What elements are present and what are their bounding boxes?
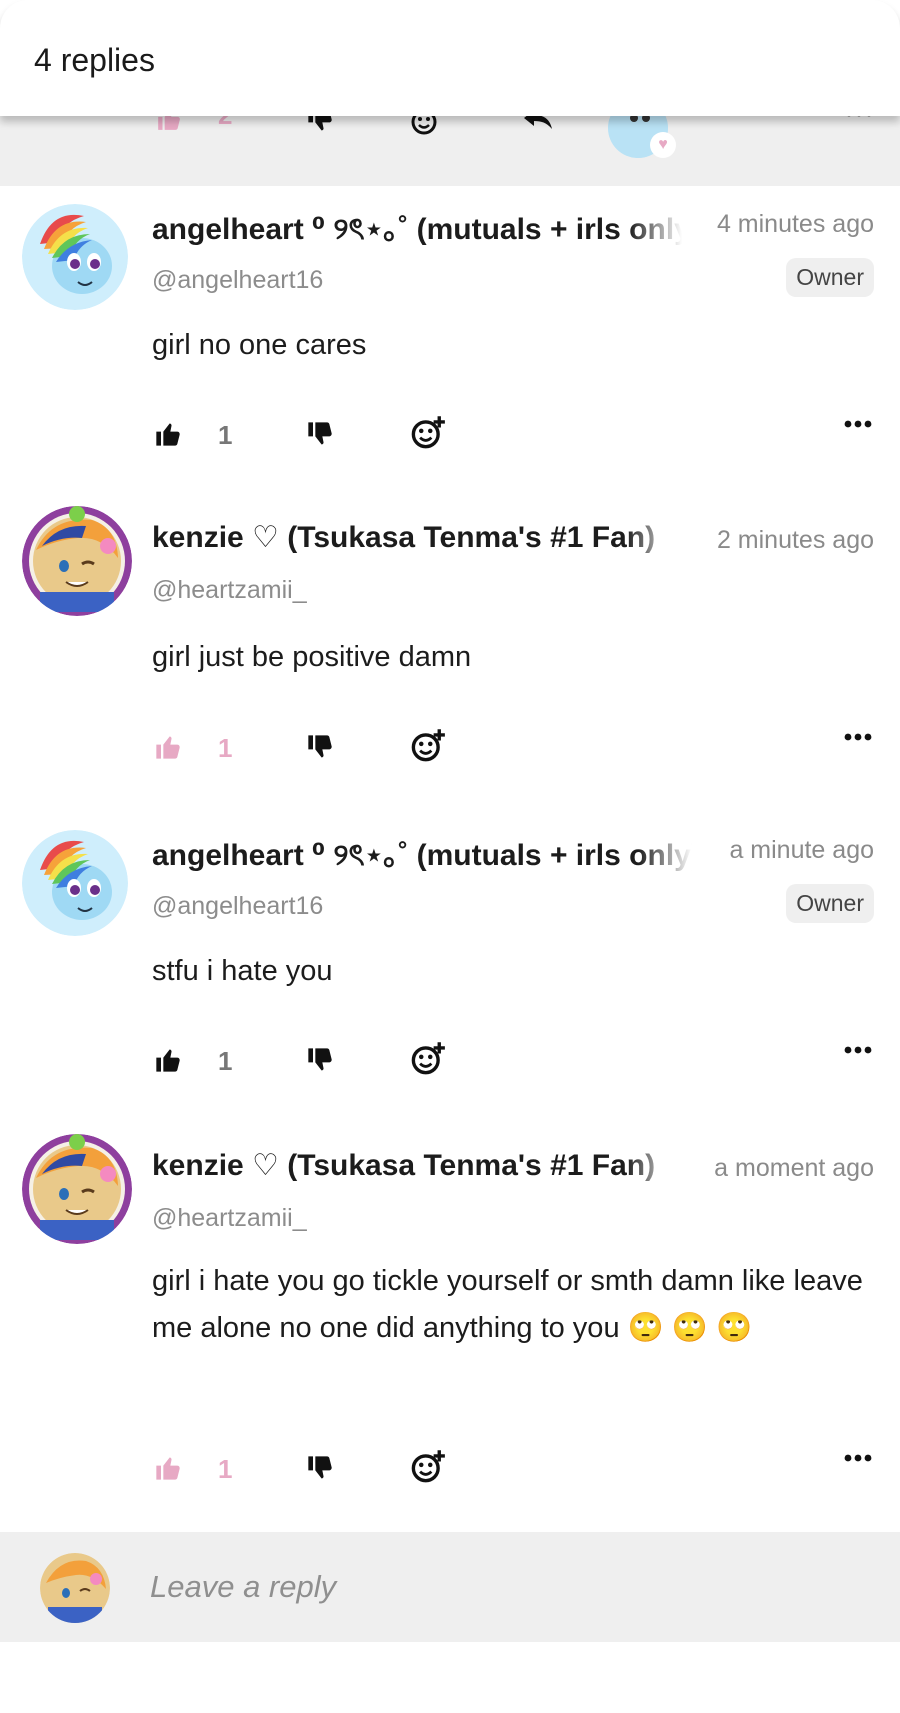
reply-author-handle[interactable]: @angelheart16: [152, 892, 323, 921]
like-icon[interactable]: [154, 733, 182, 761]
parent-comment-actions: 2 ♥: [0, 116, 900, 186]
like-count: 1: [218, 1046, 233, 1076]
reply-timestamp: 2 minutes ago: [708, 526, 874, 555]
anime-boy-avatar[interactable]: [22, 1134, 132, 1244]
rainbow-pony-avatar[interactable]: [22, 204, 128, 310]
like-icon[interactable]: [154, 1046, 182, 1074]
heart-icon: ♥: [650, 132, 676, 158]
reply-actions: 1: [0, 1450, 900, 1492]
reply-author-handle[interactable]: @angelheart16: [152, 266, 323, 295]
more-options-icon[interactable]: [845, 116, 873, 122]
reply-actions: 1: [0, 1042, 900, 1084]
more-options-icon[interactable]: [844, 733, 872, 741]
reply-author-name[interactable]: kenzie ♡ (Tsukasa Tenma's #1 Fan): [152, 520, 678, 555]
like-icon[interactable]: [156, 116, 182, 137]
reply-actions: 1: [0, 416, 900, 458]
reply-arrow-icon[interactable]: [522, 116, 554, 135]
reply-author-handle[interactable]: @heartzamii_: [152, 1204, 307, 1233]
reply-author-name[interactable]: angelheart ⁰ ୨ৎ⋆｡˚ (mutuals + irls only): [152, 830, 692, 882]
like-icon[interactable]: [154, 1454, 182, 1482]
dislike-icon[interactable]: [306, 733, 334, 761]
reply-compose-bar: [0, 1532, 900, 1642]
like-icon[interactable]: [154, 420, 182, 448]
reply-text: girl just be positive damn: [152, 641, 472, 673]
more-options-icon[interactable]: [844, 1454, 872, 1462]
like-count: 2: [218, 116, 232, 131]
dislike-icon[interactable]: [306, 116, 334, 139]
anime-boy-avatar[interactable]: [22, 506, 132, 616]
reply-author-handle[interactable]: @heartzamii_: [152, 576, 307, 605]
rainbow-pony-avatar[interactable]: [22, 830, 128, 936]
owner-badge: Owner: [786, 258, 874, 297]
current-user-avatar: [40, 1553, 110, 1623]
reply-author-name[interactable]: kenzie ♡ (Tsukasa Tenma's #1 Fan): [152, 1148, 678, 1183]
reply-timestamp: a moment ago: [706, 1154, 874, 1183]
more-options-icon[interactable]: [844, 1046, 872, 1054]
like-count: 1: [218, 1454, 233, 1484]
replies-sheet-header: 4 replies: [0, 0, 900, 116]
reply-input[interactable]: [150, 1562, 850, 1612]
reply-text: stfu i hate you: [152, 955, 333, 987]
dislike-icon[interactable]: [306, 1046, 334, 1074]
add-reaction-icon[interactable]: [410, 1448, 446, 1484]
reply-timestamp: a minute ago: [721, 836, 874, 865]
owner-badge: Owner: [786, 884, 874, 923]
add-reaction-icon[interactable]: [410, 414, 446, 450]
reply-actions: 1: [0, 729, 900, 771]
replies-count-title: 4 replies: [34, 42, 155, 78]
reply-author-name[interactable]: angelheart ⁰ ୨ৎ⋆｡˚ (mutuals + irls only): [152, 204, 682, 256]
reply-text: girl no one cares: [152, 329, 367, 361]
add-reaction-icon[interactable]: [410, 1040, 446, 1076]
like-count: 1: [218, 420, 233, 450]
like-count: 1: [218, 733, 233, 763]
add-reaction-icon[interactable]: [410, 116, 442, 141]
reply-text: girl i hate you go tickle yourself or sm…: [152, 1265, 863, 1344]
dislike-icon[interactable]: [306, 420, 334, 448]
dislike-icon[interactable]: [306, 1454, 334, 1482]
reply-timestamp: 4 minutes ago: [708, 210, 874, 239]
add-reaction-icon[interactable]: [410, 727, 446, 763]
more-options-icon[interactable]: [844, 420, 872, 428]
